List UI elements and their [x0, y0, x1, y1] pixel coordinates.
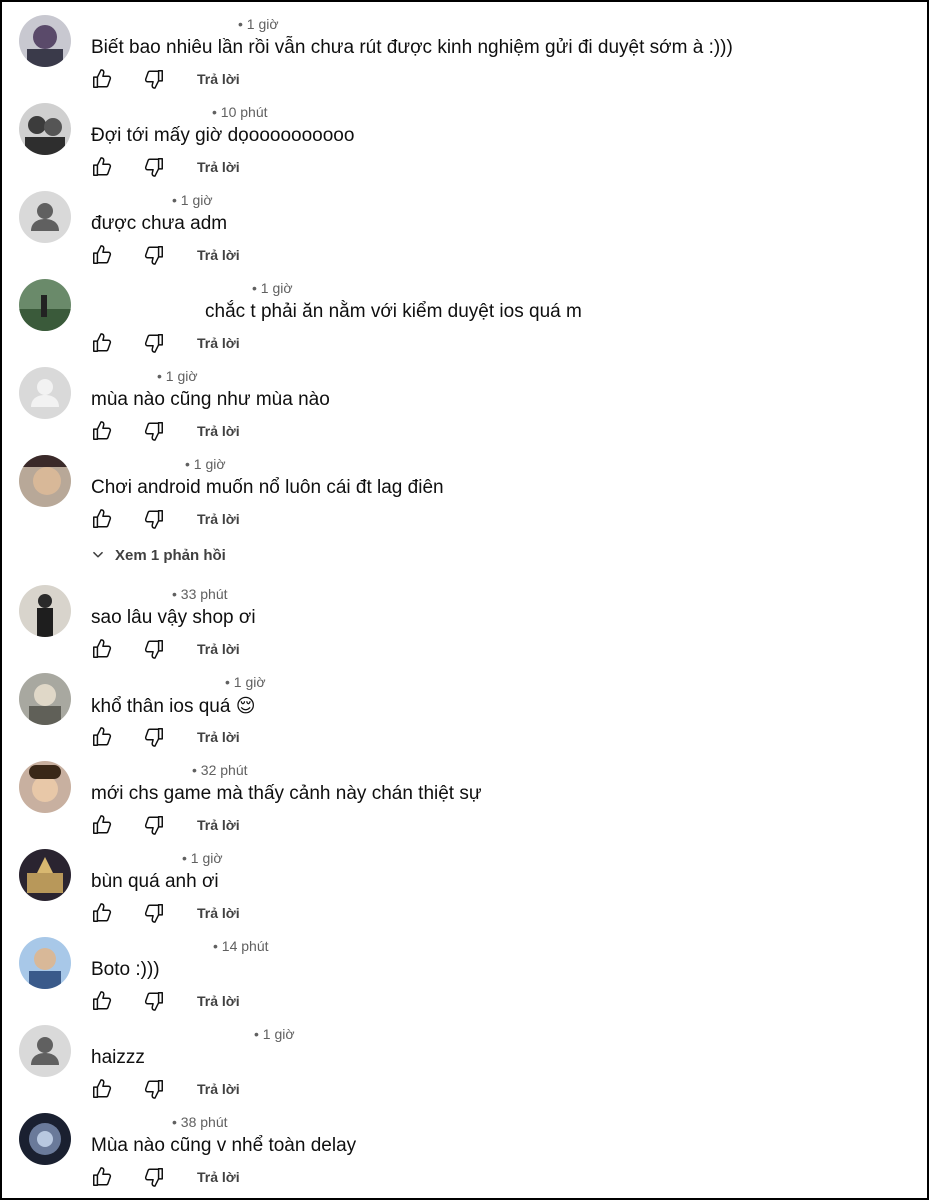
- comment-list-frame: • 1 giờ Biết bao nhiêu lần rồi vẫn chưa …: [0, 0, 929, 1200]
- chevron-down-icon: [93, 551, 103, 558]
- reply-button[interactable]: Trả lời: [197, 1169, 240, 1185]
- user-avatar[interactable]: [19, 849, 71, 901]
- comment-item: • 1 giờ bùn quá anh ơi Trả lời: [2, 836, 929, 924]
- comment-text: Đợi tới mấy giờ dọoooooooooo: [91, 125, 355, 146]
- reply-button[interactable]: Trả lời: [197, 817, 240, 833]
- user-avatar[interactable]: [19, 15, 71, 67]
- comment-timestamp: • 38 phút: [172, 1114, 228, 1130]
- comment-item: • 14 phút Boto :))) Trả lời: [2, 924, 929, 1012]
- thumb-down-icon[interactable]: [143, 990, 165, 1012]
- default-avatar-icon[interactable]: [19, 1025, 71, 1077]
- reply-button[interactable]: Trả lời: [197, 1081, 240, 1097]
- comment-item: • 10 phút Đợi tới mấy giờ dọoooooooooo T…: [2, 90, 929, 178]
- comment-text: Chơi android muốn nổ luôn cái đt lag điê…: [91, 477, 444, 498]
- reply-button[interactable]: Trả lời: [197, 247, 240, 263]
- comment-timestamp: • 14 phút: [213, 938, 269, 954]
- comment-text: mới chs game mà thấy cảnh này chán thiệt…: [91, 783, 482, 804]
- thumb-down-icon[interactable]: [143, 420, 165, 442]
- reply-button[interactable]: Trả lời: [197, 423, 240, 439]
- user-avatar[interactable]: [19, 103, 71, 155]
- thumb-up-icon[interactable]: [91, 68, 113, 90]
- user-avatar[interactable]: [19, 1113, 71, 1165]
- comment-item: • 1 giờ Biết bao nhiêu lần rồi vẫn chưa …: [2, 2, 929, 90]
- view-replies-label: Xem 1 phản hồi: [115, 547, 226, 564]
- thumb-up-icon[interactable]: [91, 1078, 113, 1100]
- thumb-up-icon[interactable]: [91, 420, 113, 442]
- comment-text: được chưa adm: [91, 213, 228, 234]
- comment-item: • 38 phút Mùa nào cũng v nhể toàn delay …: [2, 1100, 929, 1188]
- comment-text: sao lâu vậy shop ơi: [91, 607, 256, 628]
- thumb-up-icon[interactable]: [91, 332, 113, 354]
- comment-item: • 1 giờ khổ thân ios quá 😌 Trả lời: [2, 660, 929, 748]
- reply-button[interactable]: Trả lời: [197, 905, 240, 921]
- default-avatar-icon[interactable]: [19, 191, 71, 243]
- comment-timestamp: • 1 giờ: [254, 1026, 295, 1042]
- thumb-down-icon[interactable]: [143, 508, 165, 530]
- comment-item: • 1 giờ chắc t phải ăn nằm với kiểm duyệ…: [2, 266, 929, 354]
- user-avatar[interactable]: [19, 673, 71, 725]
- reply-button[interactable]: Trả lời: [197, 641, 240, 657]
- thumb-down-icon[interactable]: [143, 1078, 165, 1100]
- comment-timestamp: • 33 phút: [172, 586, 228, 602]
- thumb-down-icon[interactable]: [143, 244, 165, 266]
- thumb-up-icon[interactable]: [91, 990, 113, 1012]
- reply-button[interactable]: Trả lời: [197, 71, 240, 87]
- default-avatar-icon[interactable]: [19, 367, 71, 419]
- thumb-down-icon[interactable]: [143, 902, 165, 924]
- thumb-down-icon[interactable]: [143, 814, 165, 836]
- comment-timestamp: • 1 giờ: [182, 850, 223, 866]
- comment-item: • 1 giờ mùa nào cũng như mùa nào Trả lời: [2, 354, 929, 442]
- user-avatar[interactable]: [19, 279, 71, 331]
- comment-text: Mùa nào cũng v nhể toàn delay: [91, 1135, 357, 1156]
- comment-timestamp: • 1 giờ: [238, 16, 279, 32]
- comment-timestamp: • 32 phút: [192, 762, 248, 778]
- user-avatar[interactable]: [19, 761, 71, 813]
- thumb-up-icon[interactable]: [91, 156, 113, 178]
- thumb-up-icon[interactable]: [91, 814, 113, 836]
- comment-item: • 1 giờ được chưa adm Trả lời: [2, 178, 929, 266]
- comment-text: bùn quá anh ơi: [91, 871, 219, 892]
- comment-text: Biết bao nhiêu lần rồi vẫn chưa rút được…: [91, 37, 733, 58]
- thumb-down-icon[interactable]: [143, 726, 165, 748]
- reply-button[interactable]: Trả lời: [197, 729, 240, 745]
- thumb-up-icon[interactable]: [91, 508, 113, 530]
- user-avatar[interactable]: [19, 585, 71, 637]
- comment-timestamp: • 1 giờ: [225, 674, 266, 690]
- comment-item: • 32 phút mới chs game mà thấy cảnh này …: [2, 748, 929, 836]
- comment-timestamp: • 1 giờ: [172, 192, 213, 208]
- thumb-up-icon[interactable]: [91, 244, 113, 266]
- comment-text: chắc t phải ăn nằm với kiểm duyệt ios qu…: [205, 301, 582, 322]
- thumb-down-icon[interactable]: [143, 68, 165, 90]
- user-avatar[interactable]: [19, 455, 71, 507]
- thumb-up-icon[interactable]: [91, 902, 113, 924]
- reply-button[interactable]: Trả lời: [197, 335, 240, 351]
- thumb-up-icon[interactable]: [91, 726, 113, 748]
- comment-item: • 33 phút sao lâu vậy shop ơi Trả lời: [2, 572, 929, 660]
- comment-text: khổ thân ios quá 😌: [91, 696, 256, 717]
- reply-button[interactable]: Trả lời: [197, 159, 240, 175]
- user-avatar[interactable]: [19, 937, 71, 989]
- comment-timestamp: • 10 phút: [212, 104, 268, 120]
- thumb-down-icon[interactable]: [143, 638, 165, 660]
- comment-timestamp: • 1 giờ: [252, 280, 293, 296]
- thumb-up-icon[interactable]: [91, 1166, 113, 1188]
- thumb-down-icon[interactable]: [143, 332, 165, 354]
- comment-text: mùa nào cũng như mùa nào: [91, 389, 330, 410]
- thumb-up-icon[interactable]: [91, 638, 113, 660]
- thumb-down-icon[interactable]: [143, 1166, 165, 1188]
- comment-item: • 1 giờ Chơi android muốn nổ luôn cái đt…: [2, 442, 929, 530]
- comment-item: • 1 giờ haizzz Trả lời: [2, 1012, 929, 1100]
- comment-text: Boto :))): [91, 959, 160, 980]
- comment-text: haizzz: [91, 1047, 145, 1068]
- comment-timestamp: • 1 giờ: [157, 368, 198, 384]
- reply-button[interactable]: Trả lời: [197, 511, 240, 527]
- comment-timestamp: • 1 giờ: [185, 456, 226, 472]
- thumb-down-icon[interactable]: [143, 156, 165, 178]
- reply-button[interactable]: Trả lời: [197, 993, 240, 1009]
